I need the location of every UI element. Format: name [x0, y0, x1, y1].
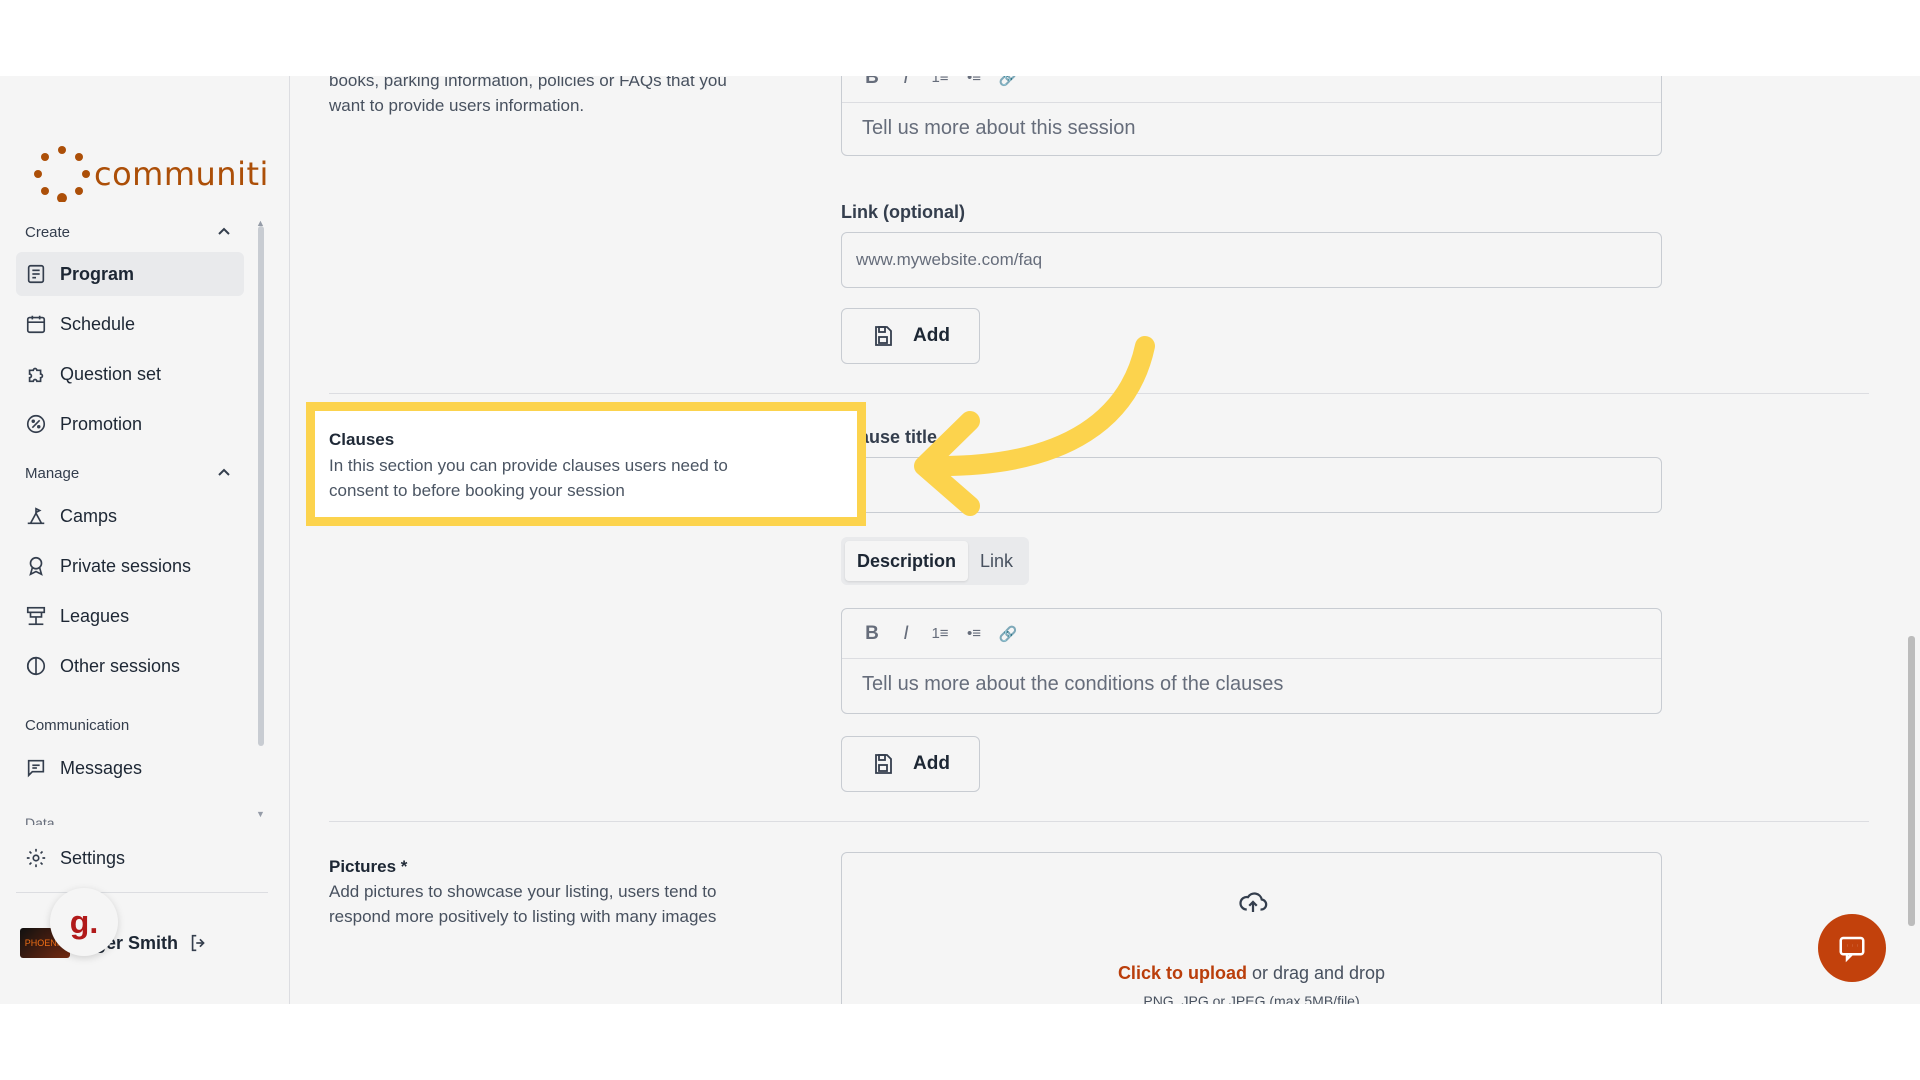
- sidebar-item-schedule[interactable]: Schedule: [16, 302, 244, 346]
- add-button-label: Add: [913, 753, 950, 774]
- italic-icon[interactable]: I: [896, 623, 916, 645]
- link-field-label: Link (optional): [841, 202, 965, 222]
- sidebar-item-settings[interactable]: Settings: [16, 836, 244, 880]
- puzzle-icon: [24, 362, 48, 386]
- upload-instructions: Click to upload or drag and drop: [842, 963, 1661, 984]
- picture-upload-dropzone[interactable]: Click to upload or drag and drop PNG, JP…: [841, 852, 1662, 1004]
- pointer-arrow-icon: [914, 336, 1155, 516]
- chevron-up-icon[interactable]: [217, 465, 231, 483]
- editor-toolbar: B I 1≡ •≡ 🔗: [842, 609, 1661, 659]
- logout-icon[interactable]: [188, 932, 210, 954]
- editor-toolbar: B I 1≡ •≡ 🔗: [842, 76, 1661, 103]
- bold-icon[interactable]: B: [862, 76, 882, 89]
- ordered-list-icon[interactable]: 1≡: [930, 76, 950, 86]
- add-clause-button[interactable]: Add: [841, 736, 980, 792]
- session-editor-input[interactable]: Tell us more about this session: [842, 103, 1661, 154]
- sidebar-item-label: Question set: [60, 363, 162, 384]
- sidebar-item-messages[interactable]: Messages: [16, 746, 244, 790]
- sidebar-item-promotion[interactable]: Promotion: [16, 402, 244, 446]
- clause-editor[interactable]: B I 1≡ •≡ 🔗 Tell us more about the condi…: [841, 608, 1662, 714]
- chevron-up-icon[interactable]: [217, 224, 231, 242]
- sidebar-item-label: Promotion: [60, 413, 143, 434]
- sidebar-item-leagues[interactable]: Leagues: [16, 594, 244, 638]
- pictures-title: Pictures *: [329, 857, 408, 876]
- click-to-upload-link[interactable]: Click to upload: [1118, 963, 1247, 983]
- sidebar-divider: [16, 892, 268, 893]
- pictures-section: Pictures * Add pictures to showcase your…: [329, 854, 749, 929]
- section-divider: [329, 821, 1869, 822]
- link-icon[interactable]: 🔗: [998, 625, 1018, 643]
- sidebar-item-other-sessions[interactable]: Other sessions: [16, 644, 244, 688]
- ordered-list-icon[interactable]: 1≡: [930, 625, 950, 642]
- percent-icon: [24, 412, 48, 436]
- app-frame: communiti Create Program Schedule Questi…: [0, 76, 1920, 1004]
- bullet-list-icon[interactable]: •≡: [964, 76, 984, 86]
- clauses-description: In this section you can provide clauses …: [329, 456, 728, 500]
- sidebar-item-label: Settings: [60, 847, 126, 868]
- sidebar-item-label: Private sessions: [60, 555, 192, 576]
- calendar-icon: [24, 312, 48, 336]
- highlight-box: Clauses In this section you can provide …: [306, 402, 866, 526]
- message-icon: [24, 756, 48, 780]
- sidebar-item-program[interactable]: Program: [16, 252, 244, 296]
- italic-icon[interactable]: I: [896, 76, 916, 89]
- sidebar-item-label: Messages: [60, 757, 143, 778]
- data-section-header: Data: [25, 815, 231, 825]
- session-editor[interactable]: B I 1≡ •≡ 🔗 Tell us more about this sess…: [841, 76, 1662, 156]
- link-icon[interactable]: 🔗: [998, 76, 1018, 87]
- clause-editor-input[interactable]: Tell us more about the conditions of the…: [842, 659, 1661, 710]
- bullet-list-icon[interactable]: •≡: [964, 625, 984, 642]
- sidebar-item-camps[interactable]: Camps: [16, 494, 244, 538]
- manage-section-header[interactable]: Manage: [25, 465, 231, 483]
- sidebar-item-label: Camps: [60, 505, 118, 526]
- sidebar-item-label: Other sessions: [60, 655, 181, 676]
- scroll-down-icon[interactable]: ▼: [256, 809, 265, 819]
- save-icon: [875, 326, 892, 346]
- sidebar-item-label: Schedule: [60, 313, 136, 334]
- gear-icon: [24, 846, 48, 870]
- sidebar: communiti Create Program Schedule Questi…: [0, 76, 290, 1004]
- bracket-icon: [24, 604, 48, 628]
- save-icon: [875, 754, 892, 774]
- communiti-logo-icon: [34, 146, 90, 202]
- logo: communiti: [34, 146, 269, 202]
- communication-section-header: Communication: [25, 717, 231, 734]
- create-section-label: Create: [25, 224, 71, 241]
- brand-name: communiti: [94, 155, 269, 193]
- sidebar-item-label: Leagues: [60, 605, 130, 626]
- data-section-label: Data: [25, 815, 55, 825]
- clauses-section-text: Clauses In this section you can provide …: [329, 427, 749, 503]
- main-scrollbar[interactable]: [1908, 636, 1915, 926]
- sidebar-item-question-set[interactable]: Question set: [16, 352, 244, 396]
- faq-section-description: books, parking information, policies or …: [329, 76, 727, 115]
- upload-cloud-icon: [1239, 892, 1268, 912]
- helper-badge[interactable]: g.: [50, 888, 118, 956]
- communication-section-label: Communication: [25, 717, 130, 734]
- create-section-header[interactable]: Create: [25, 224, 231, 242]
- half-circle-icon: [24, 654, 48, 678]
- manage-section-label: Manage: [25, 465, 80, 482]
- upload-rest-text: or drag and drop: [1246, 963, 1386, 983]
- award-icon: [24, 554, 48, 578]
- link-input[interactable]: www.mywebsite.com/faq: [841, 232, 1662, 288]
- document-icon: [24, 262, 48, 286]
- bold-icon[interactable]: B: [862, 623, 882, 645]
- chat-icon: [1839, 936, 1865, 963]
- sidebar-item-label: Program: [60, 263, 135, 284]
- clauses-title: Clauses: [329, 430, 395, 449]
- camp-icon: [24, 504, 48, 528]
- pictures-description: Add pictures to showcase your listing, u…: [329, 882, 717, 926]
- sidebar-item-private-sessions[interactable]: Private sessions: [16, 544, 244, 588]
- sidebar-scrollbar[interactable]: [258, 226, 264, 746]
- upload-file-hint: PNG, JPG or JPEG (max 5MB/file): [1143, 993, 1360, 1004]
- chat-support-button[interactable]: [1818, 914, 1886, 982]
